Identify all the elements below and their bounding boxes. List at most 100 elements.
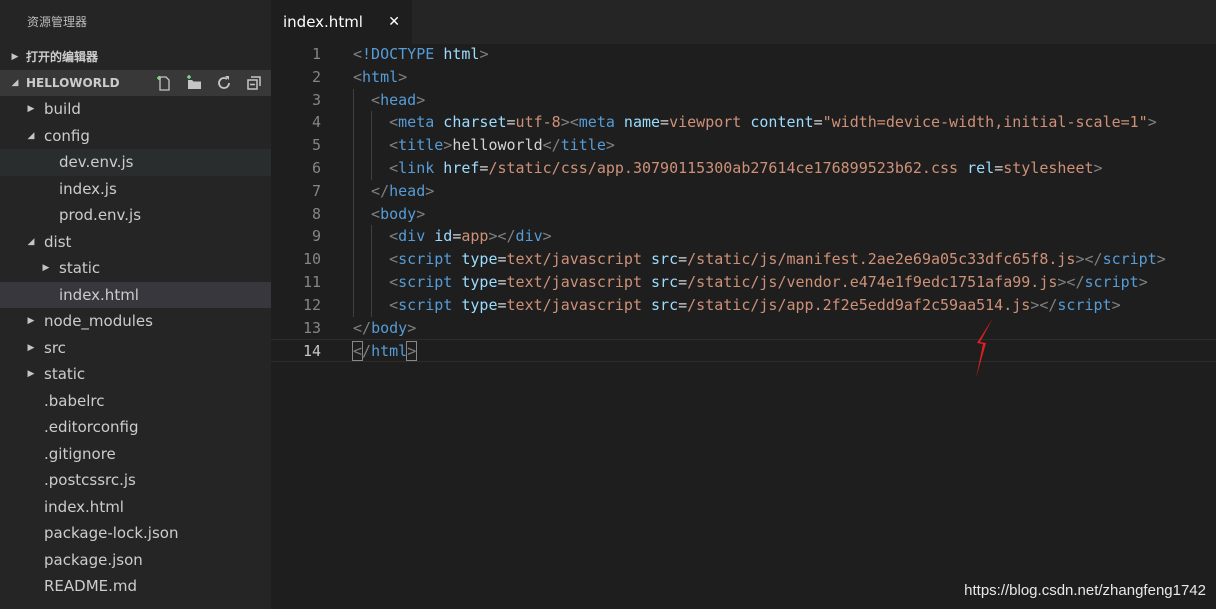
tree-folder[interactable]: ◢ dist bbox=[0, 229, 271, 256]
new-folder-icon[interactable] bbox=[185, 74, 203, 92]
indent-guide bbox=[353, 202, 354, 226]
tree-item-label: static bbox=[44, 365, 86, 383]
tree-file[interactable]: .babelrc bbox=[0, 388, 271, 415]
line-number: 7 bbox=[311, 181, 321, 200]
tab-label: index.html bbox=[283, 13, 363, 31]
indent-guide bbox=[353, 88, 354, 112]
explorer-title: 资源管理器 bbox=[27, 15, 88, 29]
tree-item-label: prod.env.js bbox=[59, 206, 142, 224]
code-token: < bbox=[389, 227, 399, 246]
code-token: content bbox=[750, 113, 814, 132]
code-token: html bbox=[362, 67, 399, 86]
tree-item-label: config bbox=[44, 126, 90, 145]
tree-item-label: index.js bbox=[59, 179, 117, 198]
code-token: body bbox=[371, 318, 408, 337]
code-token: /static/js/app.2f2e5edd9af2c59aa514.js bbox=[687, 295, 1031, 314]
code-token: app bbox=[461, 227, 489, 246]
code-line: 13 </body> bbox=[271, 317, 1216, 340]
tree-folder[interactable]: ▶ static bbox=[0, 361, 271, 388]
line-number: 3 bbox=[311, 90, 321, 109]
code-token: /static/js/manifest.2ae2e69a05c33dfc65f8… bbox=[687, 250, 1076, 269]
code-token: div bbox=[398, 227, 426, 246]
code-editor[interactable]: 1 <!DOCTYPE html> 2 <html> 3 <head> 4 <meta cha… bbox=[271, 43, 1216, 363]
code-token: html bbox=[443, 45, 480, 63]
indent-guide bbox=[353, 134, 354, 157]
code-token: script bbox=[1084, 272, 1139, 291]
code-line: 14 </html> bbox=[271, 339, 1216, 363]
code-token: > bbox=[605, 136, 615, 155]
annotation-arrow-icon bbox=[976, 318, 993, 378]
indent-guide bbox=[371, 293, 373, 317]
tree-item-label: build bbox=[44, 100, 81, 118]
tree-file[interactable]: README.md bbox=[0, 573, 271, 600]
open-editors-section[interactable]: ▶ 打开的编辑器 bbox=[0, 44, 271, 70]
code-text: <link href = /static/css/app.30790115300ab… bbox=[389, 157, 1102, 180]
code-token: link bbox=[398, 158, 435, 177]
watermark: https://blog.csdn.net/zhangfeng1742 bbox=[964, 582, 1206, 599]
code-token: = bbox=[994, 158, 1004, 177]
tree-item-label: dist bbox=[44, 232, 72, 251]
indent-guide bbox=[353, 248, 354, 271]
tree-file[interactable]: index.html bbox=[0, 281, 271, 308]
code-token: > bbox=[1093, 158, 1103, 177]
indent-guide bbox=[353, 225, 354, 249]
code-token: < bbox=[389, 158, 399, 177]
tab-index-html[interactable]: index.html ✕ bbox=[271, 0, 412, 44]
tree-file[interactable]: .gitignore bbox=[0, 441, 271, 468]
tab-bar: index.html ✕ bbox=[271, 0, 1216, 44]
code-token: = bbox=[497, 295, 507, 314]
code-token: < bbox=[389, 136, 399, 155]
tree-item-label: .babelrc bbox=[44, 391, 105, 410]
code-token: helloworld bbox=[452, 136, 543, 155]
new-file-icon[interactable] bbox=[155, 74, 173, 92]
code-token: script bbox=[398, 272, 453, 291]
indent-guide bbox=[353, 156, 354, 180]
tree-folder[interactable]: ▶ node_modules bbox=[0, 308, 271, 335]
tree-file[interactable]: dev.env.js bbox=[0, 149, 271, 176]
code-token: script bbox=[398, 250, 453, 269]
tree-file[interactable]: index.js bbox=[0, 176, 271, 203]
indent-guide bbox=[371, 111, 373, 135]
explorer-actions bbox=[155, 70, 263, 96]
tree-file[interactable]: package.json bbox=[0, 547, 271, 574]
indent-guide bbox=[371, 225, 373, 249]
tree-item-label: .editorconfig bbox=[44, 418, 139, 436]
tree-file[interactable]: package-lock.json bbox=[0, 520, 271, 547]
tree-item-label: node_modules bbox=[44, 312, 153, 330]
tree-file[interactable]: index.html bbox=[0, 494, 271, 521]
code-text: </head> bbox=[371, 180, 434, 203]
tree-folder[interactable]: ▶ src bbox=[0, 335, 271, 362]
tree-item-label: index.html bbox=[44, 497, 124, 516]
code-token: > bbox=[1156, 250, 1166, 269]
indent-guide bbox=[353, 270, 354, 294]
code-text: </body> bbox=[353, 317, 416, 340]
code-token: > bbox=[1138, 272, 1148, 291]
code-token: rel bbox=[967, 158, 995, 177]
line-number: 12 bbox=[302, 295, 321, 314]
code-token: > bbox=[443, 136, 453, 155]
tree-file[interactable]: .editorconfig bbox=[0, 414, 271, 441]
code-line: 7 </head> bbox=[271, 179, 1216, 203]
line-number: 13 bbox=[302, 318, 321, 337]
code-token: > bbox=[1147, 113, 1157, 132]
collapse-all-icon[interactable] bbox=[245, 74, 263, 92]
close-icon[interactable]: ✕ bbox=[388, 14, 400, 30]
tree-folder[interactable]: ▶ build bbox=[0, 96, 271, 123]
code-token: > bbox=[416, 204, 426, 223]
code-token: = bbox=[497, 250, 507, 269]
tree-folder[interactable]: ◢ config bbox=[0, 123, 271, 150]
indent-guide bbox=[371, 270, 373, 294]
tree-folder[interactable]: ▶ static bbox=[0, 255, 271, 282]
code-token: id bbox=[434, 227, 453, 246]
line-number: 8 bbox=[311, 204, 321, 223]
tree-file[interactable]: prod.env.js bbox=[0, 202, 271, 229]
refresh-icon[interactable] bbox=[215, 74, 233, 92]
project-section[interactable]: ◢ HELLOWORLD bbox=[0, 70, 271, 96]
code-token: </ bbox=[542, 136, 561, 155]
tree-file[interactable]: .postcssrc.js bbox=[0, 467, 271, 494]
code-line: 9 <div id=app></div> bbox=[271, 225, 1216, 249]
